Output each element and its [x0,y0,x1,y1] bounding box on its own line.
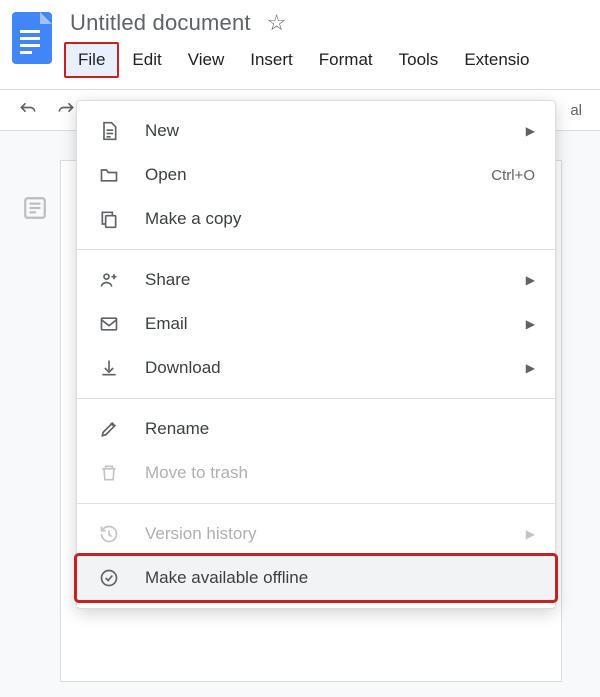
menu-edit[interactable]: Edit [119,43,174,77]
toolbar-truncated-text: al [570,102,582,119]
file-menu-offline-label: Make available offline [145,568,535,588]
submenu-arrow-icon: ▶ [526,124,535,138]
submenu-arrow-icon: ▶ [526,317,535,331]
rename-icon [95,419,123,439]
history-icon [95,524,123,544]
redo-icon[interactable] [56,100,76,120]
file-menu-open[interactable]: Open Ctrl+O [77,153,555,197]
file-menu-make-copy-label: Make a copy [145,209,535,229]
menu-separator [77,249,555,250]
app-header: Untitled document ☆ File Edit View Inser… [0,0,600,90]
new-document-icon [95,121,123,141]
menu-extensions[interactable]: Extensio [451,43,542,77]
file-menu-make-available-offline[interactable]: Make available offline [77,556,555,600]
docs-logo[interactable] [8,6,56,72]
share-icon [95,270,123,290]
menu-file[interactable]: File [64,42,119,78]
submenu-arrow-icon: ▶ [526,361,535,375]
trash-icon [95,463,123,483]
file-menu-version-history-label: Version history [145,524,526,544]
menu-format[interactable]: Format [306,43,386,77]
file-menu-share[interactable]: Share ▶ [77,258,555,302]
menu-view[interactable]: View [175,43,238,77]
file-menu-dropdown: New ▶ Open Ctrl+O Make a copy Share ▶ Em… [76,100,556,609]
file-menu-email-label: Email [145,314,526,334]
file-menu-rename-label: Rename [145,419,535,439]
file-menu-rename[interactable]: Rename [77,407,555,451]
file-menu-download-label: Download [145,358,526,378]
email-icon [95,314,123,334]
file-menu-trash-label: Move to trash [145,463,535,483]
file-menu-email[interactable]: Email ▶ [77,302,555,346]
copy-icon [95,209,123,229]
document-outline-icon[interactable] [22,195,48,221]
menu-separator [77,398,555,399]
file-menu-new-label: New [145,121,526,141]
file-menu-download[interactable]: Download ▶ [77,346,555,390]
file-menu-new[interactable]: New ▶ [77,109,555,153]
file-menu-make-copy[interactable]: Make a copy [77,197,555,241]
document-title[interactable]: Untitled document [70,10,251,36]
submenu-arrow-icon: ▶ [526,527,535,541]
file-menu-move-to-trash: Move to trash [77,451,555,495]
menu-tools[interactable]: Tools [386,43,452,77]
file-menu-open-shortcut: Ctrl+O [491,167,535,184]
file-menu-share-label: Share [145,270,526,290]
menu-insert[interactable]: Insert [237,43,306,77]
star-icon[interactable]: ☆ [267,12,287,34]
file-menu-open-label: Open [145,165,491,185]
folder-icon [95,165,123,185]
offline-icon [95,568,123,588]
menu-separator [77,503,555,504]
download-icon [95,358,123,378]
file-menu-version-history: Version history ▶ [77,512,555,556]
undo-icon[interactable] [18,100,38,120]
submenu-arrow-icon: ▶ [526,273,535,287]
menubar: File Edit View Insert Format Tools Exten… [56,36,592,84]
